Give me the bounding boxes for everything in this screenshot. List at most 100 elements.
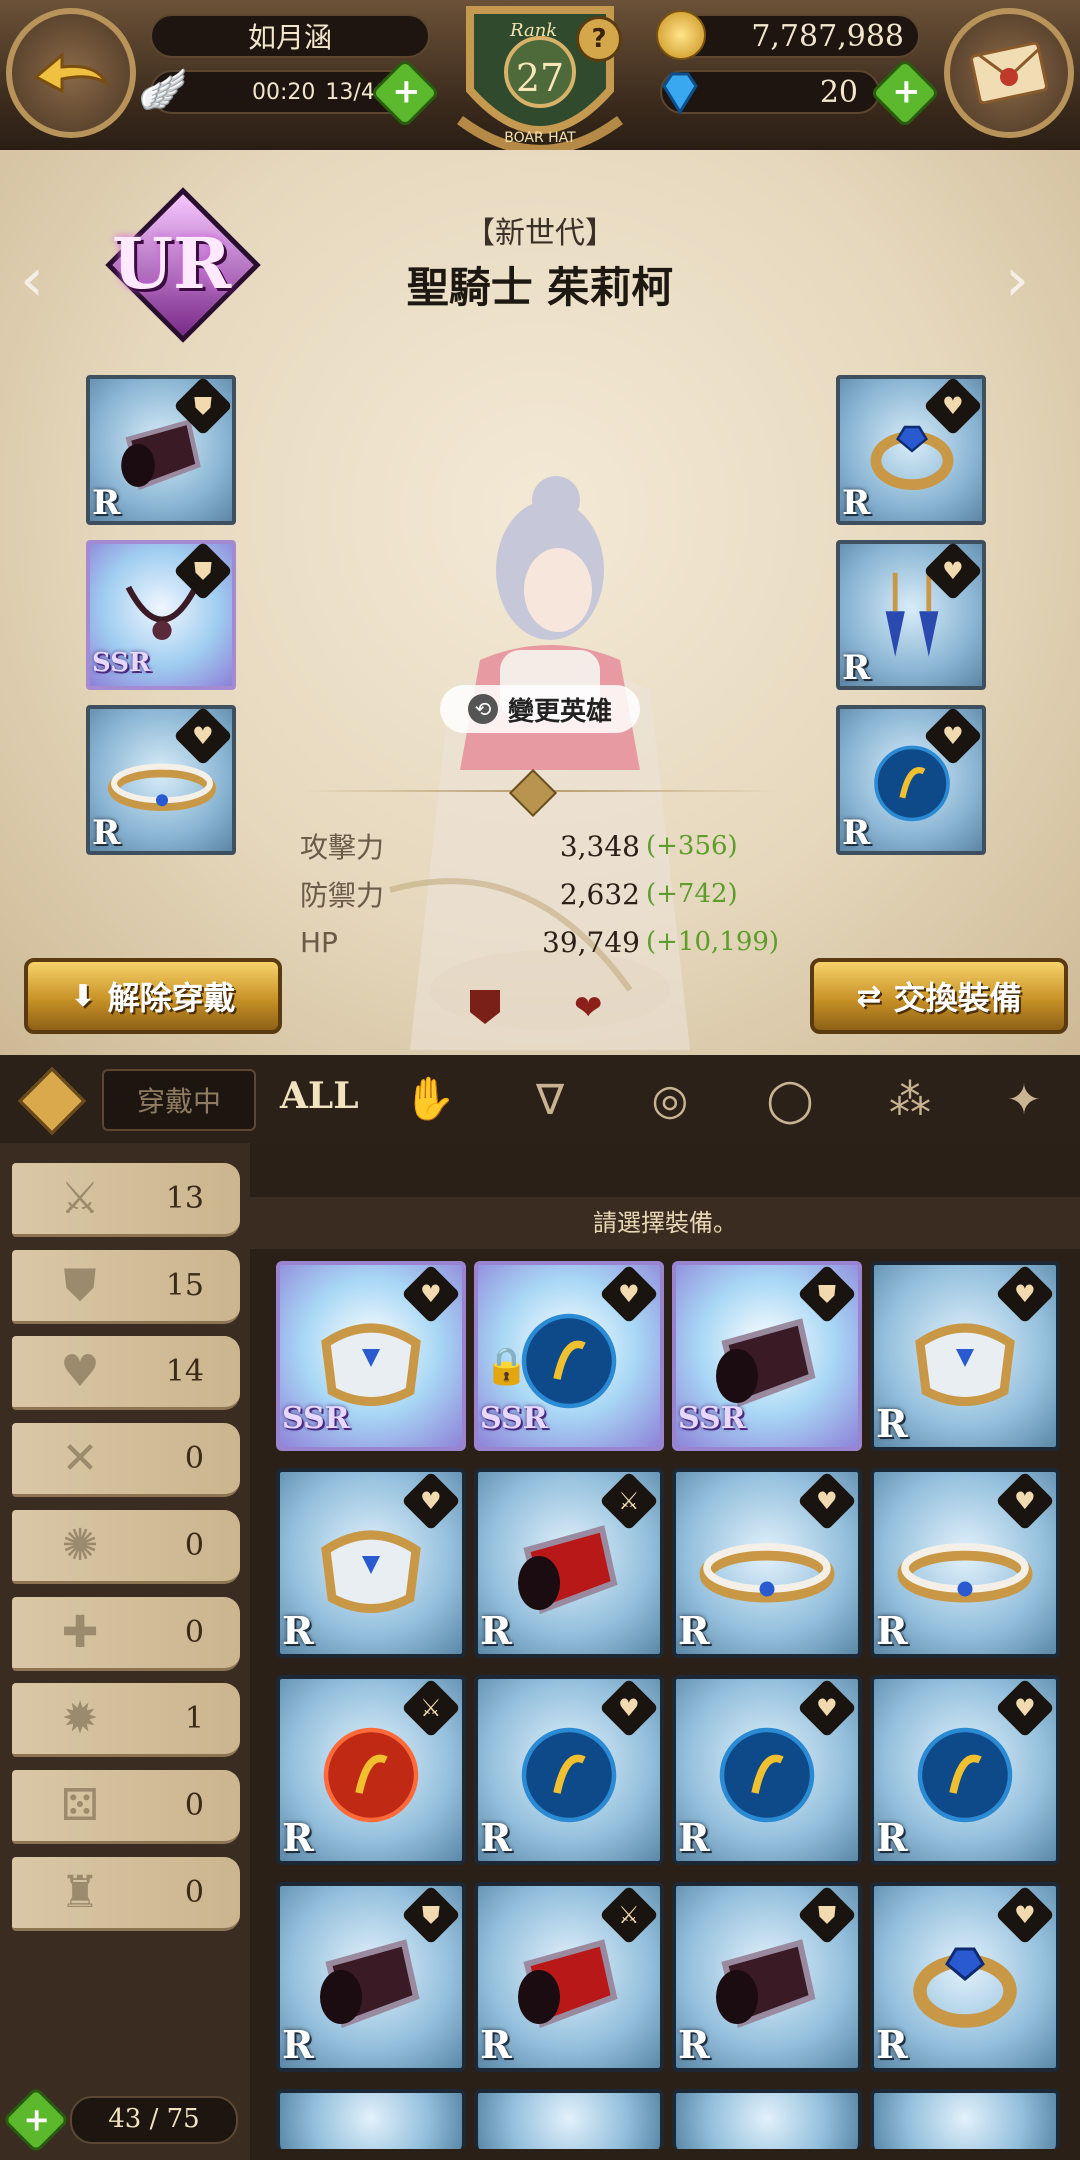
ring-filter-icon[interactable]: ◯ bbox=[760, 1069, 820, 1129]
gem-amount: 20 bbox=[819, 74, 858, 110]
category-filter-crit[interactable]: ✕ 0 bbox=[12, 1423, 240, 1498]
inventory-item[interactable]: ♥ R bbox=[870, 1261, 1060, 1451]
category-count: 0 bbox=[184, 1441, 204, 1477]
necklace-filter-icon[interactable]: ∇ bbox=[520, 1069, 580, 1129]
inventory-item[interactable]: ♥ R bbox=[672, 1675, 862, 1865]
add-gems-button[interactable]: + bbox=[869, 57, 941, 129]
capacity-count: 43 / 75 bbox=[70, 2096, 238, 2144]
unequip-button[interactable]: ⬇ 解除穿戴 bbox=[24, 958, 282, 1034]
add-stamina-button[interactable]: + bbox=[369, 57, 441, 129]
filter-menu-icon[interactable] bbox=[18, 1067, 86, 1135]
inventory-item[interactable]: ♥ SSR 🔒 bbox=[474, 1261, 664, 1451]
rarity-tag: SSR bbox=[282, 1401, 350, 1436]
swap-arrows-icon: ⇄ bbox=[856, 978, 882, 1014]
stat-bonus: (+10,199) bbox=[646, 927, 780, 957]
inventory-item-partial[interactable] bbox=[474, 2089, 664, 2149]
category-filter-recovery[interactable]: ✚ 0 bbox=[12, 1596, 240, 1671]
category-count: 14 bbox=[165, 1354, 204, 1390]
burst-icon: ✹ bbox=[61, 1693, 99, 1745]
top-bar: 如月涵 🪽 00:20 13/46 + Rank 27 BOAR HAT ? 7… bbox=[0, 0, 1080, 155]
inventory-item-partial[interactable] bbox=[276, 2089, 466, 2149]
category-filter-heart[interactable]: ♥ 14 bbox=[12, 1336, 240, 1411]
rarity-tag: SSR bbox=[480, 1401, 548, 1436]
swap-label: 交換裝備 bbox=[893, 979, 1022, 1017]
belt-filter-icon[interactable]: ◎ bbox=[640, 1069, 700, 1129]
inventory-item[interactable]: ♥ R bbox=[672, 1468, 862, 1658]
rarity-tag: SSR bbox=[678, 1401, 746, 1436]
equipped-slot-left-3[interactable]: ♥ R bbox=[86, 705, 236, 855]
inventory-item[interactable]: ⚔ R bbox=[474, 1882, 664, 2072]
inventory-item[interactable]: ⛊ SSR bbox=[672, 1261, 862, 1451]
equipped-slot-left-1[interactable]: ⛊ R bbox=[86, 375, 236, 525]
rarity-text: UR bbox=[112, 222, 232, 305]
change-hero-label: 變更英雄 bbox=[507, 696, 612, 727]
rarity-tag: R bbox=[876, 2022, 908, 2067]
plus-icon: + bbox=[392, 71, 421, 112]
plus-icon: + bbox=[892, 71, 921, 112]
inventory-item-partial[interactable] bbox=[672, 2089, 862, 2149]
inventory-item[interactable]: ♥ R bbox=[276, 1468, 466, 1658]
swap-equipment-button[interactable]: ⇄ 交換裝備 bbox=[810, 958, 1068, 1034]
stat-value: 3,348 bbox=[559, 829, 640, 863]
category-filter-fang[interactable]: ♜ 0 bbox=[12, 1856, 240, 1931]
back-button[interactable] bbox=[6, 8, 136, 138]
stat-label: HP bbox=[300, 925, 338, 959]
stamina-wing-icon: 🪽 bbox=[138, 67, 188, 113]
stats-block: 攻擊力 3,348 (+356) 防禦力 2,632 (+742) HP 39,… bbox=[300, 822, 780, 966]
rarity-tag: R bbox=[480, 1608, 512, 1653]
stat-row-defense: 防禦力 2,632 (+742) bbox=[300, 870, 780, 918]
inventory-item[interactable]: ♥ R bbox=[870, 1468, 1060, 1658]
inventory-item[interactable]: ⛊ R bbox=[276, 1882, 466, 2072]
stat-bonus: (+356) bbox=[646, 831, 738, 861]
equipped-slot-right-2[interactable]: ♥ R bbox=[836, 540, 986, 690]
rarity-tag: SSR bbox=[92, 648, 151, 678]
stat-value: 2,632 bbox=[559, 877, 640, 911]
equipped-slot-right-1[interactable]: ♥ R bbox=[836, 375, 986, 525]
rank-label: Rank bbox=[510, 20, 558, 41]
category-filter-dice[interactable]: ⚄ 0 bbox=[12, 1769, 240, 1844]
inventory-item[interactable]: ⚔ R bbox=[276, 1675, 466, 1865]
category-filter-burst[interactable]: ✹ 1 bbox=[12, 1683, 240, 1758]
download-icon: ⬇ bbox=[70, 978, 96, 1014]
capacity-box: + 43 / 75 bbox=[0, 2082, 250, 2160]
category-count: 13 bbox=[165, 1181, 204, 1216]
stat-row-attack: 攻擊力 3,348 (+356) bbox=[300, 822, 780, 870]
next-hero-arrow-icon[interactable]: › bbox=[1005, 245, 1029, 315]
inventory-item-partial[interactable] bbox=[870, 2089, 1060, 2149]
gauntlet-filter-icon[interactable]: ✋ bbox=[400, 1069, 460, 1129]
inventory-item[interactable]: ♥ R bbox=[870, 1675, 1060, 1865]
tab-all[interactable]: ALL bbox=[280, 1075, 359, 1117]
rank-title: BOAR HAT bbox=[504, 130, 576, 146]
equipped-slot-right-3[interactable]: ♥ R bbox=[836, 705, 986, 855]
rarity-tag: R bbox=[282, 1815, 314, 1860]
rank-emblem[interactable]: Rank 27 BOAR HAT ? bbox=[440, 0, 640, 170]
rank-help-icon[interactable]: ? bbox=[576, 16, 622, 62]
inventory-item[interactable]: ⛊ R bbox=[672, 1882, 862, 2072]
inventory-item[interactable]: ♥ R bbox=[474, 1675, 664, 1865]
equipped-filter-button[interactable]: 穿戴中 bbox=[102, 1069, 256, 1131]
rarity-tag: R bbox=[842, 483, 871, 523]
inventory-item[interactable]: ♥ SSR bbox=[276, 1261, 466, 1451]
prev-hero-arrow-icon[interactable]: ‹ bbox=[20, 245, 44, 315]
rarity-tag: R bbox=[480, 2022, 512, 2067]
change-hero-button[interactable]: ⟲ 變更英雄 bbox=[440, 685, 640, 733]
category-filter-resist[interactable]: ✺ 0 bbox=[12, 1509, 240, 1584]
stamina-timer: 00:20 bbox=[252, 79, 316, 105]
rune-filter-icon[interactable]: ✦ bbox=[994, 1069, 1054, 1129]
equipped-slot-left-2[interactable]: ⛊ SSR bbox=[86, 540, 236, 690]
heart-set-icon: ❤ bbox=[574, 988, 603, 1028]
inventory-item[interactable]: ⚔ R bbox=[474, 1468, 664, 1658]
sword-icon: ⚔ bbox=[60, 1173, 100, 1224]
rarity-tag: R bbox=[92, 483, 121, 523]
rarity-tag: R bbox=[876, 1608, 908, 1653]
rarity-tag: R bbox=[92, 813, 121, 853]
category-filter-sword[interactable]: ⚔ 13 bbox=[12, 1163, 240, 1237]
stat-label: 防禦力 bbox=[300, 879, 385, 912]
heart-icon: ♥ bbox=[60, 1346, 100, 1398]
inventory-item[interactable]: ♥ R bbox=[870, 1882, 1060, 2072]
expand-inventory-button[interactable]: + bbox=[2, 2086, 70, 2154]
stat-value: 39,749 bbox=[542, 925, 640, 959]
category-filter-shield[interactable]: ⛊ 15 bbox=[12, 1249, 240, 1324]
mail-button[interactable] bbox=[944, 8, 1074, 138]
earring-filter-icon[interactable]: ⁂ bbox=[880, 1069, 940, 1129]
